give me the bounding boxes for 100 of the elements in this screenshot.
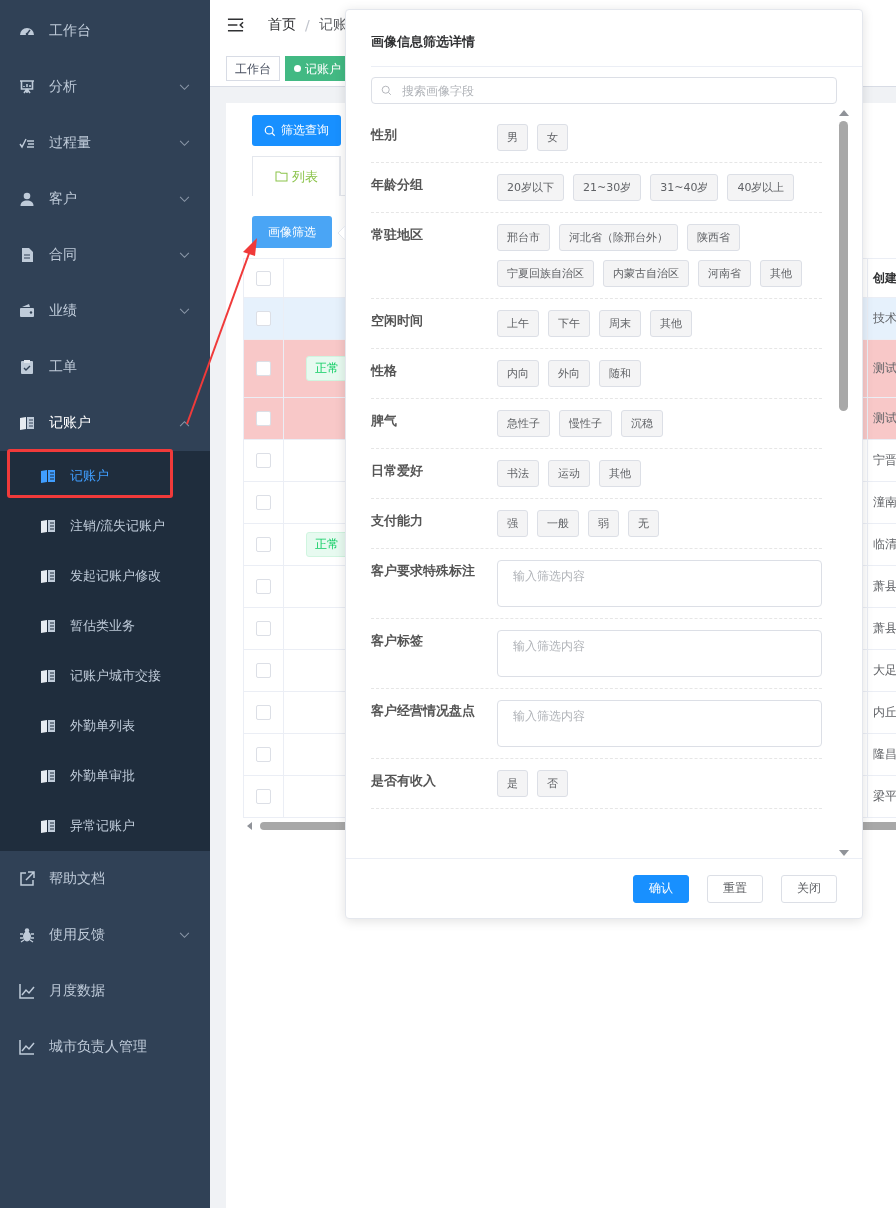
page-tab[interactable]: 工作台 (226, 55, 280, 81)
book-icon (19, 415, 35, 431)
checkbox[interactable] (256, 453, 271, 468)
checkbox[interactable] (256, 311, 271, 326)
sidebar-item[interactable]: 城市负责人管理 (0, 1019, 210, 1075)
option-tag[interactable]: 书法 (497, 460, 539, 487)
field-label: 客户要求特殊标注 (371, 562, 476, 580)
option-tag[interactable]: 男 (497, 124, 528, 151)
checkbox[interactable] (256, 789, 271, 804)
option-tag[interactable]: 强 (497, 510, 528, 537)
search-field[interactable]: 搜索画像字段 (371, 77, 837, 104)
option-tag[interactable]: 上午 (497, 310, 539, 337)
checkbox[interactable] (256, 747, 271, 762)
option-tag[interactable]: 弱 (588, 510, 619, 537)
checkbox[interactable] (256, 705, 271, 720)
presentation-board-icon (19, 79, 35, 95)
option-tag[interactable]: 宁夏回族自治区 (497, 260, 594, 287)
checkbox[interactable] (256, 411, 271, 426)
option-tag[interactable]: 随和 (599, 360, 641, 387)
sidebar-item[interactable]: 分析 (0, 59, 210, 115)
text-area[interactable]: 输入筛选内容 (497, 560, 822, 607)
breadcrumb-separator: / (305, 17, 310, 33)
menu-icon[interactable] (227, 18, 244, 32)
table-cell: 梁平 (873, 788, 896, 805)
option-tag[interactable]: 下午 (548, 310, 590, 337)
dialog-button[interactable]: 关闭 (781, 874, 837, 903)
field-label: 支付能力 (371, 512, 424, 530)
filter-query-button[interactable]: 筛选查询 (252, 115, 341, 146)
sidebar-item[interactable]: 客户 (0, 171, 210, 227)
submenu-item[interactable]: 异常记账户 (0, 801, 210, 851)
status-tag: 正常 (306, 532, 348, 557)
sidebar-item[interactable]: 业绩 (0, 283, 210, 339)
table-cell: 测试 (873, 360, 896, 377)
option-tag[interactable]: 其他 (599, 460, 641, 487)
table-cell: 萧县 (873, 578, 896, 595)
table-cell: 技术 (873, 310, 896, 327)
option-tag[interactable]: 内向 (497, 360, 539, 387)
option-tag[interactable]: 否 (537, 770, 568, 797)
checkbox[interactable] (256, 579, 271, 594)
field-label: 性别 (371, 126, 398, 144)
search-icon (264, 124, 276, 137)
option-tag[interactable]: 40岁以上 (727, 174, 795, 201)
option-tag[interactable]: 慢性子 (559, 410, 612, 437)
text-area[interactable]: 输入筛选内容 (497, 630, 822, 677)
checkbox[interactable] (256, 537, 271, 552)
wallet-icon (19, 303, 35, 319)
option-tag[interactable]: 邢台市 (497, 224, 550, 251)
clipboard-icon (19, 359, 35, 375)
chevron-down-icon (179, 307, 190, 315)
sidebar-item[interactable]: 月度数据 (0, 963, 210, 1019)
sidebar-item[interactable]: 帮助文档 (0, 851, 210, 907)
status-tag: 正常 (306, 356, 348, 381)
table-cell: 潼南 (873, 494, 896, 511)
option-tag[interactable]: 无 (628, 510, 659, 537)
submenu-item[interactable]: 外勤单列表 (0, 701, 210, 751)
checkbox[interactable] (256, 361, 271, 376)
book-icon (40, 568, 56, 584)
submenu-item[interactable]: 暂估类业务 (0, 601, 210, 651)
breadcrumb-link[interactable]: 记账 (318, 16, 347, 34)
book-icon (40, 768, 56, 784)
checkbox[interactable] (256, 270, 271, 286)
sidebar-item[interactable]: 合同 (0, 227, 210, 283)
breadcrumb-link[interactable]: 首页 (268, 16, 296, 34)
option-tag[interactable]: 河南省 (698, 260, 751, 287)
option-tag[interactable]: 20岁以下 (497, 174, 564, 201)
option-tag[interactable]: 运动 (548, 460, 590, 487)
submenu-item[interactable]: 记账户城市交接 (0, 651, 210, 701)
text-area[interactable]: 输入筛选内容 (497, 700, 822, 747)
dialog-button[interactable]: 确认 (633, 874, 689, 903)
field-label: 性格 (371, 362, 398, 380)
option-tag[interactable]: 沉稳 (621, 410, 663, 437)
option-tag[interactable]: 内蒙古自治区 (603, 260, 689, 287)
option-tag[interactable]: 陕西省 (687, 224, 740, 251)
option-tag[interactable]: 河北省（除邢台外） (559, 224, 678, 251)
sidebar-item[interactable]: 工作台 (0, 3, 210, 59)
submenu-item[interactable]: 注销/流失记账户 (0, 501, 210, 551)
option-tag[interactable]: 外向 (548, 360, 590, 387)
option-tag[interactable]: 女 (537, 124, 568, 151)
option-tag[interactable]: 一般 (537, 510, 579, 537)
option-tag[interactable]: 周末 (599, 310, 641, 337)
option-tag[interactable]: 急性子 (497, 410, 550, 437)
submenu-item[interactable]: 发起记账户修改 (0, 551, 210, 601)
sidebar-item[interactable]: 工单 (0, 339, 210, 395)
submenu-item[interactable]: 外勤单审批 (0, 751, 210, 801)
table-cell: 临清 (873, 536, 896, 553)
sidebar-item[interactable]: 使用反馈 (0, 907, 210, 963)
option-tag[interactable]: 是 (497, 770, 528, 797)
sidebar-item[interactable]: 过程量 (0, 115, 210, 171)
option-tag[interactable]: 21~30岁 (573, 174, 642, 201)
table-cell: 测试 (873, 410, 896, 427)
dialog-button[interactable]: 重置 (707, 874, 763, 903)
field-label: 客户经营情况盘点 (371, 702, 476, 720)
option-tag[interactable]: 31~40岁 (650, 174, 719, 201)
option-tag[interactable]: 其他 (650, 310, 692, 337)
option-tag[interactable]: 其他 (760, 260, 802, 287)
checkbox[interactable] (256, 495, 271, 510)
checkbox[interactable] (256, 663, 271, 678)
checkbox[interactable] (256, 621, 271, 636)
sidebar-item[interactable]: 记账户 (0, 395, 210, 451)
line-chart-icon (19, 1039, 35, 1055)
